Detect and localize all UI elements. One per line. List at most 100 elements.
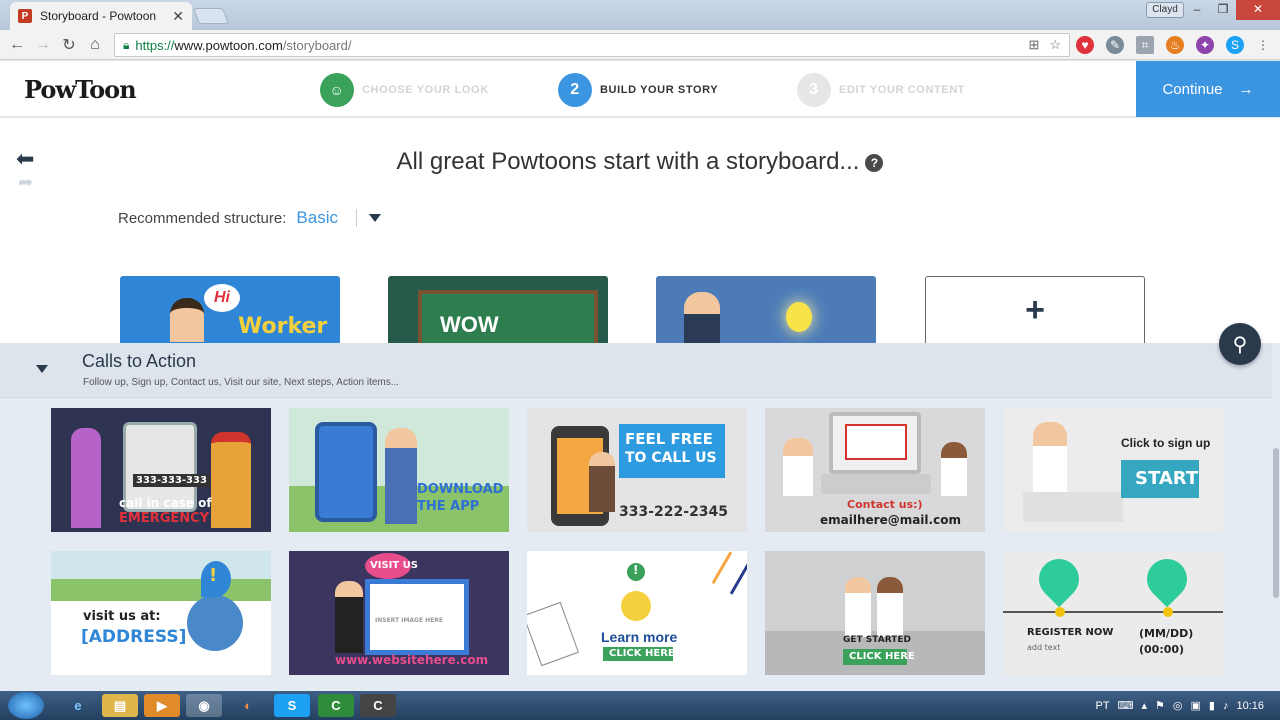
window-maximize-button[interactable]: ❐ <box>1210 0 1236 20</box>
scrollbar[interactable] <box>1272 398 1280 691</box>
template-thumbnail[interactable]: DOWNLOAD THE APP <box>289 408 509 532</box>
phone-number: 333-333-333 <box>133 474 210 487</box>
bubble-text: VISIT US <box>370 560 419 571</box>
character-illustration <box>589 452 615 512</box>
step-build-story[interactable]: 2 BUILD YOUR STORY <box>558 73 718 107</box>
recommended-value[interactable]: Basic <box>296 208 338 228</box>
template-thumbnail[interactable]: Click to sign up START <box>1003 408 1223 532</box>
recommended-structure: Recommended structure: Basic <box>118 208 381 228</box>
template-thumbnail[interactable]: Contact us:) emailhere@mail.com <box>765 408 985 532</box>
template-thumbnail[interactable]: 333-333-333 call in case of EMERGENCY <box>51 408 271 532</box>
storyboard-card[interactable]: WOW <box>388 276 608 343</box>
pocket-extension-icon[interactable]: ♥ <box>1076 36 1094 54</box>
template-thumbnail[interactable]: ! Learn more CLICK HERE <box>527 551 747 675</box>
lock-icon: 🔒︎ <box>123 37 130 52</box>
paper-illustration <box>527 601 580 667</box>
phone-number: 333-222-2345 <box>619 504 729 520</box>
step-choose-look[interactable]: ☺ CHOOSE YOUR LOOK <box>320 73 489 107</box>
bookmark-star-icon[interactable]: ☆ <box>1049 37 1061 53</box>
file-explorer-icon[interactable]: ▤ <box>102 694 138 717</box>
internet-explorer-icon[interactable]: e <box>60 694 96 717</box>
code-extension-icon[interactable]: ⌗ <box>1136 36 1154 54</box>
windows-start-button[interactable] <box>8 692 44 719</box>
chrome-menu-icon[interactable]: ⋮ <box>1254 36 1272 54</box>
security-icon[interactable]: ▣ <box>1191 699 1201 712</box>
new-tab-button[interactable] <box>193 8 229 24</box>
fire-extension-icon[interactable]: ♨ <box>1166 36 1184 54</box>
puzzle-extension-icon[interactable]: ✦ <box>1196 36 1214 54</box>
keyboard-illustration <box>821 474 931 494</box>
home-icon[interactable]: ⌂ <box>82 36 108 54</box>
storyboard-area: ⬅ ➦ All great Powtoons start with a stor… <box>0 118 1280 343</box>
category-header[interactable]: Calls to Action Follow up, Sign up, Cont… <box>0 343 1272 398</box>
flag-icon[interactable]: ⚑ <box>1155 699 1165 712</box>
speech-bubble: Hi <box>204 284 240 312</box>
back-arrow-icon[interactable]: ← <box>4 36 30 54</box>
window-close-button[interactable]: ✕ <box>1236 0 1280 20</box>
media-player-icon[interactable]: ▶ <box>144 694 180 717</box>
button-label: CLICK HERE <box>609 648 675 659</box>
chevron-down-icon[interactable] <box>368 214 381 222</box>
plus-icon: + <box>1025 290 1045 329</box>
character-illustration <box>170 298 204 342</box>
recorder-icon[interactable]: C <box>360 694 396 717</box>
update-icon[interactable]: ◎ <box>1173 699 1183 712</box>
arrow-right-icon: → <box>1238 80 1254 98</box>
reload-icon[interactable]: ↻ <box>56 35 82 55</box>
envelope-icon <box>845 424 907 460</box>
template-thumbnail[interactable]: REGISTER NOW add text (MM/DD) (00:00) <box>1003 551 1223 675</box>
template-thumbnail[interactable]: FEEL FREE TO CALL US 333-222-2345 <box>527 408 747 532</box>
forward-arrow-icon[interactable]: → <box>30 36 56 54</box>
eyedropper-extension-icon[interactable]: ✎ <box>1106 36 1124 54</box>
template-panel: Calls to Action Follow up, Sign up, Cont… <box>0 343 1280 691</box>
page-title: All great Powtoons start with a storyboa… <box>0 148 1280 176</box>
window-minimize-button[interactable]: – <box>1184 0 1210 20</box>
url-scheme: https:// <box>135 37 175 53</box>
help-icon[interactable]: ? <box>865 153 884 172</box>
tray-expand-icon[interactable]: ▴ <box>1141 699 1147 712</box>
translate-icon[interactable]: ⊞ <box>1028 37 1039 53</box>
caption-line-1: REGISTER NOW <box>1027 627 1114 638</box>
template-thumbnail[interactable]: GET STARTED CLICK HERE <box>765 551 985 675</box>
browser-tabbar: P Storyboard - Powtoon ✕ Clayd – ❐ ✕ <box>0 0 1280 30</box>
chevron-down-icon[interactable] <box>36 365 48 373</box>
add-slide-card[interactable]: + <box>925 276 1145 343</box>
network-icon[interactable]: ▮ <box>1209 699 1215 712</box>
clock[interactable]: 10:16 <box>1236 700 1264 712</box>
card-caption: Worker <box>238 314 328 339</box>
category-title: Calls to Action <box>82 351 197 371</box>
caption-line-1: call in case of <box>119 496 212 510</box>
caption-url: www.websitehere.com <box>335 653 489 667</box>
firefighter-illustration <box>211 432 251 528</box>
tab-close-icon[interactable]: ✕ <box>172 8 184 25</box>
volume-icon[interactable]: ♪ <box>1223 700 1229 712</box>
time-placeholder: (00:00) <box>1139 643 1185 656</box>
caption-line-1: Click to sign up <box>1121 436 1211 450</box>
powtoon-logo[interactable]: PowToon <box>24 75 137 104</box>
character-illustration <box>845 577 871 637</box>
address-bar[interactable]: 🔒︎ https:// www.powtoon.com /storyboard/… <box>114 33 1070 57</box>
desk-illustration <box>1023 492 1123 522</box>
step-edit-content[interactable]: 3 EDIT YOUR CONTENT <box>797 73 965 107</box>
storyboard-card[interactable]: Hi Worker <box>120 276 340 343</box>
calendar-pin-icon <box>1138 551 1196 608</box>
search-button[interactable]: ⚲ <box>1219 323 1261 365</box>
skype-extension-icon[interactable]: S <box>1226 36 1244 54</box>
caption-line-2: EMERGENCY <box>119 511 210 526</box>
scrollbar-thumb[interactable] <box>1273 448 1279 598</box>
browser-tab[interactable]: P Storyboard - Powtoon ✕ <box>10 2 192 30</box>
continue-button[interactable]: Continue → <box>1136 61 1280 117</box>
chrome-icon[interactable]: ◉ <box>186 694 222 717</box>
lightbulb-icon <box>786 302 812 332</box>
skype-icon[interactable]: S <box>274 694 310 717</box>
language-indicator[interactable]: PT <box>1096 700 1110 712</box>
storyboard-card[interactable] <box>656 276 876 343</box>
template-thumbnail[interactable]: ! visit us at: [ADDRESS] <box>51 551 271 675</box>
caption-line-2: [ADDRESS] <box>81 627 187 647</box>
keyboard-icon[interactable]: ⌨ <box>1118 699 1134 712</box>
camtasia-icon[interactable]: C <box>318 694 354 717</box>
profile-badge[interactable]: Clayd <box>1146 2 1184 18</box>
template-thumbnail[interactable]: INSERT IMAGE HERE VISIT US www.websitehe… <box>289 551 509 675</box>
firefox-icon[interactable]: ◐ <box>230 694 266 717</box>
grass-illustration <box>51 579 271 601</box>
